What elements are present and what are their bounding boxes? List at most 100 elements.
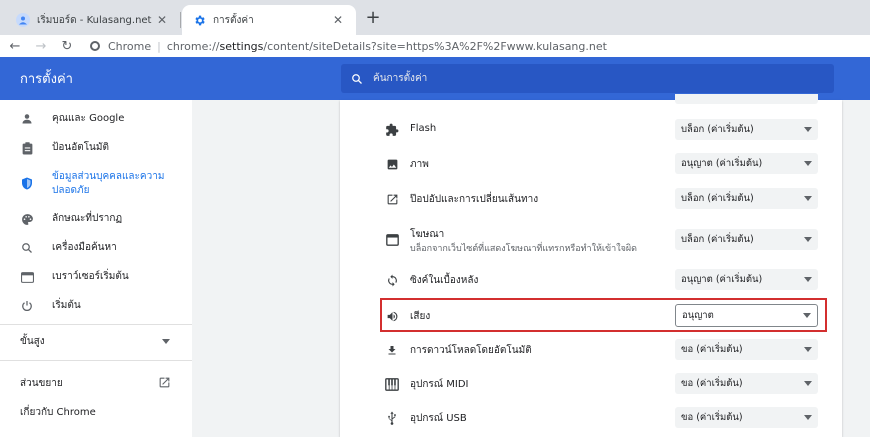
- piano-icon: [384, 376, 400, 392]
- download-icon: [384, 342, 400, 358]
- permission-row-ads: โฆษณา บล็อกจากเว็บไซต์ที่แสดงโฆษณาที่แทร…: [340, 222, 842, 258]
- close-icon[interactable]: ✕: [330, 13, 346, 27]
- permission-row-midi: อุปกรณ์ MIDI ขอ (ค่าเริ่มต้น): [340, 372, 842, 396]
- sidebar-item-label: ป้อนอัตโนมัติ: [52, 142, 109, 153]
- permission-label: ป๊อปอัปและการเปลี่ยนเส้นทาง: [410, 194, 539, 205]
- back-arrow-icon[interactable]: ←: [4, 39, 26, 54]
- permission-label: โฆษณา: [410, 229, 445, 240]
- image-icon: [384, 156, 400, 172]
- permission-label: อุปกรณ์ USB: [410, 413, 467, 424]
- permission-label: ภาพ: [410, 159, 429, 170]
- address-bar[interactable]: Chrome | chrome://settings/content/siteD…: [90, 40, 607, 53]
- tab-divider: [180, 12, 181, 28]
- select-value: ขอ (ค่าเริ่มต้น): [681, 378, 743, 389]
- permission-select-usb[interactable]: ขอ (ค่าเริ่มต้น): [675, 407, 818, 428]
- tab-title: เริ่มบอร์ด - Kulasang.net: [37, 14, 152, 26]
- permission-label: ซิงค์ในเบื้องหลัง: [410, 275, 479, 286]
- sidebar-about-label: เกี่ยวกับ Chrome: [20, 407, 96, 418]
- open-in-new-icon: [384, 191, 400, 207]
- tab-kulasang[interactable]: เริ่มบอร์ด - Kulasang.net ✕: [6, 5, 180, 35]
- permission-row-usb: อุปกรณ์ USB ขอ (ค่าเริ่มต้น): [340, 406, 842, 430]
- omnibox-separator: |: [157, 39, 161, 53]
- select-value: อนุญาต (ค่าเริ่มต้น): [681, 274, 763, 285]
- search-icon: [352, 73, 362, 84]
- permission-select-ads[interactable]: บล็อก (ค่าเริ่มต้น): [675, 229, 818, 250]
- permission-row-automatic-downloads: การดาวน์โหลดโดยอัตโนมัติ ขอ (ค่าเริ่มต้น…: [340, 338, 842, 362]
- usb-icon: [384, 410, 400, 426]
- gear-icon: [192, 13, 206, 27]
- url-host: settings: [219, 39, 264, 53]
- browser-toolbar: ← → ↻ Chrome | chrome://settings/content…: [0, 35, 870, 57]
- select-value: บล็อก (ค่าเริ่มต้น): [681, 124, 754, 135]
- browser-icon: [20, 270, 34, 284]
- permission-select-images[interactable]: อนุญาต (ค่าเริ่มต้น): [675, 153, 818, 174]
- dropdown-caret-icon: [804, 237, 812, 242]
- settings-search-input[interactable]: ค้นการตั้งค่า: [341, 64, 834, 93]
- url-scheme: chrome://: [166, 39, 220, 53]
- dropdown-caret-icon: [804, 415, 812, 420]
- permission-row-flash: Flash บล็อก (ค่าเริ่มต้น): [340, 118, 842, 142]
- sidebar-divider: [0, 324, 192, 325]
- select-value: บล็อก (ค่าเริ่มต้น): [681, 234, 754, 245]
- select-value: อนุญาต (ค่าเริ่มต้น): [681, 158, 763, 169]
- tab-title: การตั้งค่า: [213, 14, 254, 26]
- select-value: ขอ (ค่าเริ่มต้น): [681, 344, 743, 355]
- select-dropdown-partial[interactable]: [675, 94, 818, 104]
- chevron-down-icon: [162, 339, 170, 344]
- puzzle-icon: [384, 122, 400, 138]
- permission-label: การดาวน์โหลดโดยอัตโนมัติ: [410, 345, 532, 356]
- sidebar-item-label: เริ่มต้น: [52, 300, 81, 311]
- permission-label: อุปกรณ์ MIDI: [410, 379, 469, 390]
- dropdown-caret-icon: [804, 161, 812, 166]
- shield-icon: [20, 176, 34, 190]
- select-value: บล็อก (ค่าเริ่มต้น): [681, 193, 754, 204]
- permission-row-background-sync: ซิงค์ในเบื้องหลัง อนุญาต (ค่าเริ่มต้น): [340, 268, 842, 292]
- dropdown-caret-icon: [804, 381, 812, 386]
- select-value: ขอ (ค่าเริ่มต้น): [681, 412, 743, 423]
- tab-strip: เริ่มบอร์ด - Kulasang.net ✕ การตั้งค่า ✕…: [0, 0, 870, 35]
- page-title: การตั้งค่า: [20, 72, 73, 87]
- site-permissions-card: Flash บล็อก (ค่าเริ่มต้น) ภาพ อนุญาต (ค่…: [340, 94, 842, 437]
- new-tab-plus-icon[interactable]: +: [362, 8, 384, 30]
- sidebar-item-label: คุณและ Google: [52, 113, 125, 124]
- permission-select-automatic-downloads[interactable]: ขอ (ค่าเริ่มต้น): [675, 339, 818, 360]
- ads-icon: [384, 232, 400, 248]
- reload-icon[interactable]: ↻: [56, 39, 78, 54]
- power-icon: [20, 299, 34, 313]
- permission-description: บล็อกจากเว็บไซต์ที่แสดงโฆษณาที่แทรกหรือท…: [410, 244, 637, 254]
- permission-select-flash[interactable]: บล็อก (ค่าเริ่มต้น): [675, 119, 818, 140]
- sidebar-item-label: เครื่องมือค้นหา: [52, 242, 117, 253]
- close-icon[interactable]: ✕: [154, 13, 170, 27]
- url-path: /content/siteDetails?site=https%3A%2F%2F…: [263, 39, 607, 53]
- permission-row-images: ภาพ อนุญาต (ค่าเริ่มต้น): [340, 152, 842, 176]
- dropdown-caret-icon: [804, 127, 812, 132]
- sidebar-item-label: เบราว์เซอร์เริ่มต้น: [52, 271, 129, 282]
- open-in-new-icon: [158, 376, 171, 392]
- search-placeholder: ค้นการตั้งค่า: [373, 73, 428, 84]
- permission-select-midi[interactable]: ขอ (ค่าเริ่มต้น): [675, 373, 818, 394]
- palette-icon: [20, 212, 34, 226]
- sound-row-highlight-box: [380, 298, 827, 332]
- avatar-favicon-icon: [16, 13, 30, 27]
- permission-select-background-sync[interactable]: อนุญาต (ค่าเริ่มต้น): [675, 269, 818, 290]
- person-icon: [20, 112, 34, 126]
- permission-row-popups: ป๊อปอัปและการเปลี่ยนเส้นทาง บล็อก (ค่าเร…: [340, 187, 842, 211]
- permission-label: Flash: [410, 123, 437, 134]
- dropdown-caret-icon: [804, 347, 812, 352]
- tab-settings[interactable]: การตั้งค่า ✕: [182, 5, 356, 35]
- sync-icon: [384, 272, 400, 288]
- sidebar-extensions-label: ส่วนขยาย: [20, 378, 63, 389]
- origin-chip: Chrome: [108, 39, 152, 53]
- permission-select-popups[interactable]: บล็อก (ค่าเริ่มต้น): [675, 188, 818, 209]
- clipboard-icon: [20, 141, 34, 155]
- sidebar-item-label: ลักษณะที่ปรากฏ: [52, 213, 123, 224]
- sidebar-item-label: ข้อมูลส่วนบุคคลและความปลอดภัย: [52, 171, 165, 196]
- main-content: Flash บล็อก (ค่าเริ่มต้น) ภาพ อนุญาต (ค่…: [192, 94, 870, 437]
- sidebar-divider: [0, 360, 192, 361]
- dropdown-caret-icon: [804, 277, 812, 282]
- forward-arrow-icon[interactable]: →: [30, 39, 52, 54]
- dropdown-caret-icon: [804, 196, 812, 201]
- sidebar: คุณและ Google ป้อนอัตโนมัติ ข้อมูลส่วนบุ…: [0, 100, 192, 437]
- search-icon: [20, 241, 34, 255]
- sidebar-advanced-label: ขั้นสูง: [20, 336, 45, 347]
